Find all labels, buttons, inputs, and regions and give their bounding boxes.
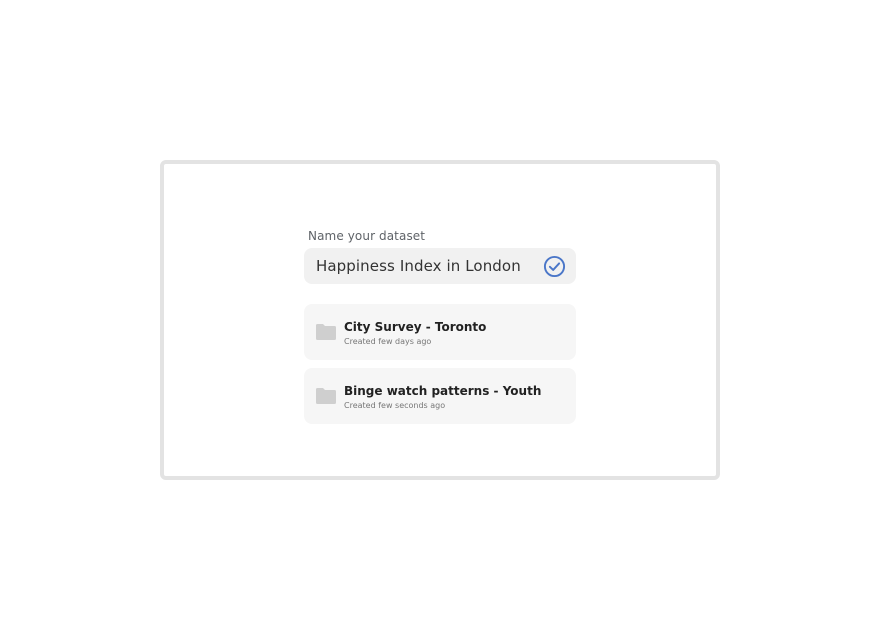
dataset-name-field — [304, 248, 576, 284]
dataset-form: Name your dataset City Survey - Toronto … — [304, 228, 576, 432]
dataset-name-label: Name your dataset — [308, 229, 426, 243]
check-circle-icon[interactable] — [543, 255, 566, 278]
dataset-dialog: Name your dataset City Survey - Toronto … — [160, 160, 720, 480]
folder-icon — [316, 388, 336, 404]
dataset-list: City Survey - Toronto Created few days a… — [304, 304, 576, 424]
dataset-item-title: Binge watch patterns - Youth — [344, 384, 542, 398]
dataset-item-created: Created few seconds ago — [344, 401, 446, 410]
dataset-item-title: City Survey - Toronto — [344, 320, 487, 334]
dataset-name-input[interactable] — [304, 248, 576, 284]
folder-icon — [316, 324, 336, 340]
dataset-item-city-survey-toronto[interactable]: City Survey - Toronto Created few days a… — [304, 304, 576, 360]
dataset-item-binge-watch-patterns-youth[interactable]: Binge watch patterns - Youth Created few… — [304, 368, 576, 424]
dataset-item-created: Created few days ago — [344, 337, 432, 346]
